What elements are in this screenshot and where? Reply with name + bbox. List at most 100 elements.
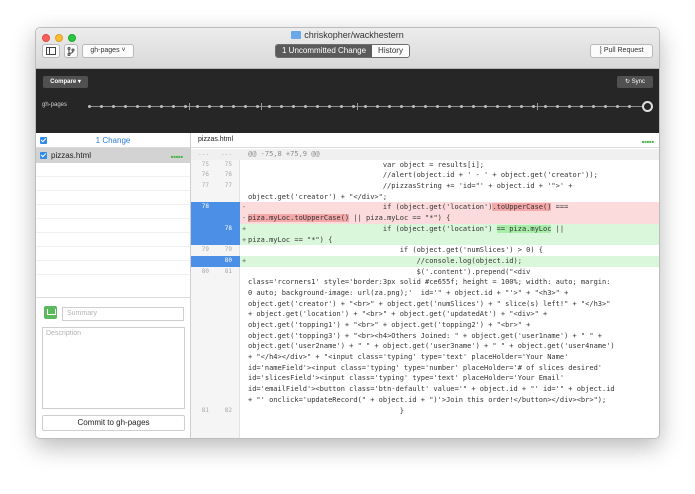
- diff-line-ctx[interactable]: 77 77 //pizzasString += 'id="' + object.i…: [191, 181, 659, 192]
- diff-line-ctx[interactable]: + object.get('location') + "<br>" + obje…: [191, 309, 659, 320]
- commit-dot[interactable]: [352, 105, 355, 108]
- diff-line-ctx[interactable]: 0 auto; background-image: url(za.png);' …: [191, 288, 659, 299]
- commit-dot[interactable]: [400, 105, 403, 108]
- commit-dot[interactable]: [544, 105, 547, 108]
- commit-button[interactable]: Commit to gh-pages: [42, 415, 185, 431]
- commit-dot[interactable]: [316, 105, 319, 108]
- diff-line-ctx[interactable]: 76 76 //alert(object.id + ' - ' + object.…: [191, 170, 659, 181]
- code-text: class='rcorners1' style='border:3px soli…: [248, 278, 611, 287]
- diff-line-ctx[interactable]: + "</h4></div>" + "<input class='typing'…: [191, 352, 659, 363]
- diff-line-ctx[interactable]: object.get('creator') + "</div>";: [191, 192, 659, 203]
- commit-dot[interactable]: [448, 105, 451, 108]
- pull-request-icon: ⸾: [599, 47, 602, 54]
- diff-line-del[interactable]: - piza.myLoc.toUpperCase() || piza.myLoc …: [191, 213, 659, 224]
- history-tab[interactable]: History: [372, 45, 409, 57]
- uncommitted-changes-tab[interactable]: 1 Uncommitted Change: [276, 45, 373, 57]
- commit-dot[interactable]: [244, 105, 247, 108]
- code-text: }: [248, 406, 404, 415]
- commit-dot[interactable]: [292, 105, 295, 108]
- commit-dot[interactable]: [556, 105, 559, 108]
- compare-button[interactable]: Compare ▾: [43, 76, 88, 88]
- pull-request-label: Pull Request: [603, 47, 644, 54]
- pull-request-button[interactable]: ⸾ Pull Request: [590, 44, 653, 58]
- new-line-number: 80: [224, 256, 232, 264]
- diff-line-del[interactable]: 78 - if (object.get('location').toUpperCa…: [191, 202, 659, 214]
- line-selection[interactable]: [191, 223, 240, 235]
- commit-timeline[interactable]: [88, 101, 653, 112]
- line-selection[interactable]: [191, 213, 240, 224]
- commit-dot[interactable]: [220, 105, 223, 108]
- commit-dot[interactable]: [592, 105, 595, 108]
- diff-line-ctx[interactable]: object.get('creator') + "<br>" + object.…: [191, 299, 659, 310]
- diff-line-ctx[interactable]: 79 79 if (object.get('numSlices') > 0) {: [191, 245, 659, 256]
- branch-button[interactable]: [64, 44, 78, 58]
- diff-line-ctx[interactable]: 80 81 $('.content').prepend("<div: [191, 267, 659, 278]
- diff-line-ctx[interactable]: 81 82 }: [191, 406, 659, 417]
- commit-dot[interactable]: [376, 105, 379, 108]
- diff-line-hunk[interactable]: ...... @@ -75,8 +75,9 @@: [191, 149, 659, 160]
- diff-line-ctx[interactable]: id='nameField'><input class='typing' typ…: [191, 363, 659, 374]
- commit-dot[interactable]: [340, 105, 343, 108]
- commit-dot[interactable]: [472, 105, 475, 108]
- branch-select[interactable]: gh-pages ˅: [82, 44, 134, 58]
- changes-count: 1 Change: [95, 136, 131, 145]
- commit-dot[interactable]: [196, 105, 199, 108]
- commit-dot[interactable]: [388, 105, 391, 108]
- commit-dot[interactable]: [268, 105, 271, 108]
- commit-dot[interactable]: [124, 105, 127, 108]
- file-checkbox[interactable]: [40, 152, 47, 159]
- commit-dot[interactable]: [484, 105, 487, 108]
- diff-line-ctx[interactable]: id='emailField'><button class='btn-defau…: [191, 384, 659, 395]
- description-input[interactable]: Description: [42, 327, 185, 409]
- sync-button[interactable]: ↻ Sync: [617, 76, 653, 88]
- commit-dot[interactable]: [364, 105, 367, 108]
- diff-line-add[interactable]: 78 + if (object.get('location') == piza.m…: [191, 223, 659, 235]
- diff-line-ctx[interactable]: object.get('user2name') + " " + object.g…: [191, 341, 659, 352]
- commit-dot[interactable]: [160, 105, 163, 108]
- diff-line-ctx[interactable]: object.get('topping1') + "<br>" + object…: [191, 320, 659, 331]
- commit-dot[interactable]: [604, 105, 607, 108]
- current-commit-marker[interactable]: [642, 101, 653, 112]
- diff-code[interactable]: ...... @@ -75,8 +75,9 @@ 75 75 var object =…: [191, 149, 659, 438]
- diff-line-ctx[interactable]: object.get('topping3') + "<br><h4>Others…: [191, 331, 659, 342]
- commit-dot[interactable]: [184, 105, 187, 108]
- commit-dot[interactable]: [580, 105, 583, 108]
- changed-file-item[interactable]: pizzas.html ■■■■■: [36, 148, 190, 163]
- commit-dot[interactable]: [460, 105, 463, 108]
- commit-dot[interactable]: [328, 105, 331, 108]
- commit-dot[interactable]: [136, 105, 139, 108]
- diff-line-ctx[interactable]: + "' onclick='updateRecord(" + object.id…: [191, 395, 659, 406]
- code-text: if (object.get('numSlices') > 0) {: [248, 246, 544, 255]
- diff-line-ctx[interactable]: id='slicesField'><input class='typing' t…: [191, 373, 659, 384]
- commit-dot[interactable]: [412, 105, 415, 108]
- line-selection[interactable]: [191, 255, 240, 267]
- commit-dot[interactable]: [508, 105, 511, 108]
- commit-dot[interactable]: [568, 105, 571, 108]
- commit-dot[interactable]: [280, 105, 283, 108]
- line-selection[interactable]: [191, 234, 240, 246]
- commit-dot[interactable]: [232, 105, 235, 108]
- commit-dot[interactable]: [616, 105, 619, 108]
- toggle-sidebar-button[interactable]: [42, 44, 60, 58]
- diff-line-add[interactable]: 80 + //console.log(object.id);: [191, 255, 659, 267]
- diff-line-ctx[interactable]: 75 75 var object = results[i];: [191, 160, 659, 171]
- commit-dot[interactable]: [112, 105, 115, 108]
- code-text: + object.get('location') + "<br>" + obje…: [248, 310, 548, 319]
- commit-dot[interactable]: [148, 105, 151, 108]
- commit-dot[interactable]: [256, 105, 259, 108]
- commit-dot[interactable]: [172, 105, 175, 108]
- commit-dot[interactable]: [532, 105, 535, 108]
- diff-line-add[interactable]: + piza.myLoc == "*") {: [191, 234, 659, 246]
- summary-input[interactable]: Summary: [62, 307, 184, 321]
- commit-dot[interactable]: [628, 105, 631, 108]
- old-line-number: 79: [201, 246, 209, 254]
- commit-dot[interactable]: [208, 105, 211, 108]
- commit-dot[interactable]: [424, 105, 427, 108]
- commit-dot[interactable]: [496, 105, 499, 108]
- commit-dot[interactable]: [100, 105, 103, 108]
- diff-line-ctx[interactable]: class='rcorners1' style='border:3px soli…: [191, 277, 659, 288]
- commit-dot[interactable]: [520, 105, 523, 108]
- commit-dot[interactable]: [436, 105, 439, 108]
- commit-dot[interactable]: [304, 105, 307, 108]
- commit-dot[interactable]: [88, 105, 91, 108]
